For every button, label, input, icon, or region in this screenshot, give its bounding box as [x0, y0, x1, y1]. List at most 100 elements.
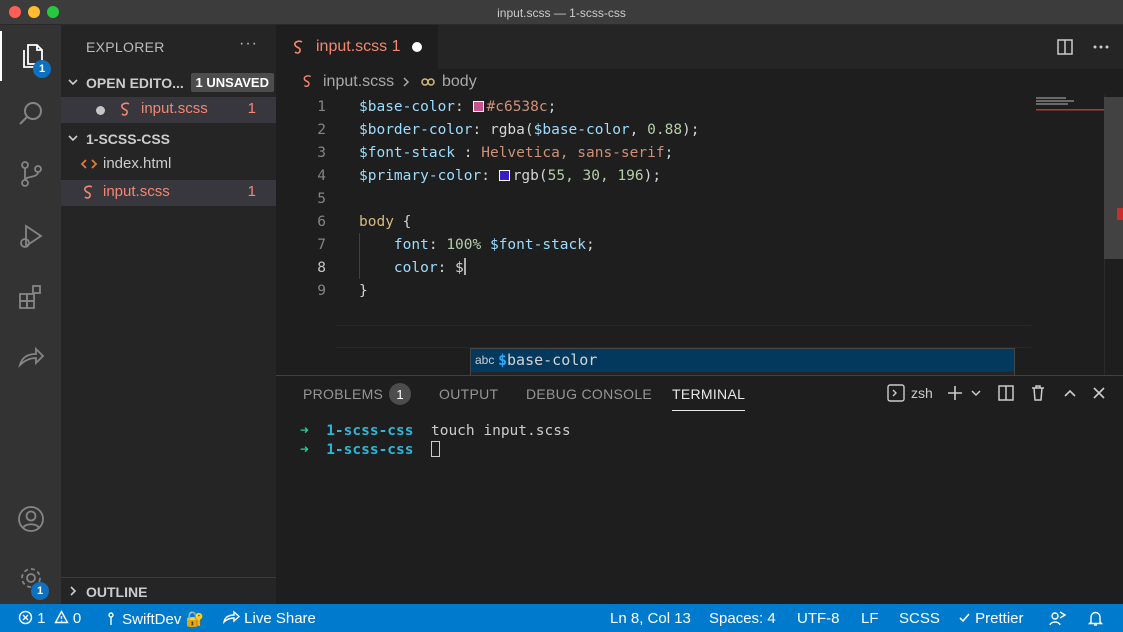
- terminal-command: touch input.scss: [430, 423, 571, 439]
- activity-run-debug[interactable]: [0, 211, 61, 261]
- line-number: 6: [317, 214, 326, 230]
- terminal-shell-selector[interactable]: zsh: [887, 384, 933, 402]
- tab-label: input.scss 1: [316, 38, 401, 56]
- token: $base-color: [359, 99, 456, 115]
- activity-source-control[interactable]: [0, 149, 61, 199]
- token: }: [359, 283, 368, 299]
- live-share-status[interactable]: Live Share: [222, 610, 316, 627]
- window-title: input.scss — 1-scss-css: [497, 6, 626, 20]
- file-item-index-html[interactable]: index.html: [61, 152, 276, 178]
- open-editor-error-count: 1: [247, 100, 256, 117]
- folder-section[interactable]: 1-SCSS-CSS: [61, 126, 276, 152]
- activity-manage[interactable]: 1: [0, 553, 61, 603]
- cursor-position[interactable]: Ln 8, Col 13: [610, 610, 691, 627]
- language-mode[interactable]: SCSS: [899, 610, 940, 627]
- formatter-status[interactable]: Prettier: [958, 610, 1024, 627]
- editor-scroll-thumb[interactable]: [1104, 97, 1123, 259]
- sass-file-icon: [294, 40, 303, 54]
- run-debug-icon: [19, 224, 43, 248]
- open-editor-item-input-scss[interactable]: input.scss 1: [61, 97, 276, 123]
- token: $primary-color: [359, 168, 482, 184]
- token: rgba(: [489, 122, 534, 138]
- color-swatch[interactable]: [498, 170, 510, 181]
- split-editor-icon[interactable]: [1055, 37, 1075, 57]
- explorer-more-button[interactable]: ···: [239, 35, 258, 53]
- color-swatch[interactable]: [472, 101, 484, 112]
- breadcrumb: input.scss body: [276, 69, 1123, 95]
- error-icon: [18, 610, 33, 625]
- activity-search[interactable]: [0, 89, 61, 139]
- token: :: [455, 99, 473, 115]
- text-cursor: [463, 258, 466, 275]
- terminal-line: ➜ 1-scss-css touch input.scss: [300, 423, 571, 439]
- editor-tab-bar: input.scss 1: [276, 25, 1123, 69]
- token: :: [481, 168, 499, 184]
- terminal-line[interactable]: ➜ 1-scss-css: [300, 441, 440, 458]
- activity-explorer[interactable]: 1: [0, 31, 61, 81]
- feedback-icon[interactable]: [1049, 610, 1066, 627]
- tab-problems[interactable]: PROBLEMS: [303, 386, 383, 402]
- token: ,: [629, 122, 648, 138]
- token: :: [472, 122, 490, 138]
- breadcrumb-symbol[interactable]: body: [442, 73, 477, 91]
- code-line-9: }: [359, 280, 368, 303]
- activity-extensions[interactable]: [0, 272, 61, 322]
- outline-label: OUTLINE: [86, 584, 148, 600]
- more-actions-icon[interactable]: [1091, 37, 1111, 57]
- line-number: 3: [317, 145, 326, 161]
- outline-section[interactable]: OUTLINE: [61, 577, 276, 604]
- problems-status[interactable]: 1 0: [18, 610, 81, 627]
- chevron-down-icon[interactable]: [970, 387, 982, 399]
- remote-status[interactable]: SwiftDev 🔐: [104, 610, 204, 628]
- chevron-down-icon: [68, 135, 78, 142]
- open-editors-section[interactable]: OPEN EDITO... 1 UNSAVED: [61, 70, 276, 96]
- account-icon: [17, 506, 44, 532]
- token: ;: [547, 99, 557, 115]
- breadcrumb-file[interactable]: input.scss: [323, 73, 394, 91]
- token: :: [437, 260, 456, 276]
- tab-error-count: 1: [391, 38, 401, 55]
- unsaved-dot-icon[interactable]: [412, 42, 422, 52]
- chevron-up-icon[interactable]: [1062, 385, 1078, 401]
- sass-file-icon: [121, 102, 130, 116]
- live-share-icon: [17, 346, 44, 368]
- open-editor-file-name: input.scss: [141, 100, 208, 117]
- text-kind-icon: abc: [475, 353, 495, 367]
- shell-name: zsh: [911, 385, 933, 401]
- encoding[interactable]: UTF-8: [797, 610, 840, 627]
- trash-icon[interactable]: [1029, 384, 1047, 402]
- line-number: 5: [317, 191, 326, 207]
- tab-debug-console[interactable]: DEBUG CONSOLE: [526, 386, 652, 402]
- tab-terminal[interactable]: TERMINAL: [672, 386, 746, 411]
- token: );: [682, 122, 700, 138]
- remote-icon: [108, 612, 114, 625]
- warning-icon: [54, 610, 69, 624]
- activity-accounts[interactable]: [0, 494, 61, 544]
- close-icon[interactable]: [1091, 385, 1107, 401]
- code-line-8: color: $: [359, 257, 466, 280]
- tab-output[interactable]: OUTPUT: [439, 386, 498, 402]
- sass-file-icon: [84, 185, 93, 199]
- line-number: 1: [317, 99, 326, 115]
- file-error-count: 1: [247, 183, 256, 200]
- bell-icon[interactable]: [1087, 610, 1104, 627]
- plus-icon[interactable]: [946, 384, 964, 402]
- code-editor[interactable]: 1 2 3 4 5 6 7 8 9 $base-color: #c6538c; …: [276, 95, 1123, 444]
- line-number: 4: [317, 168, 326, 184]
- split-terminal-icon[interactable]: [997, 384, 1015, 402]
- remote-label: SwiftDev 🔐: [122, 611, 205, 628]
- minimap[interactable]: [1034, 95, 1104, 115]
- token: $: [455, 260, 464, 276]
- chevron-right-icon: [70, 586, 77, 596]
- activity-live-share[interactable]: [0, 333, 61, 383]
- activity-bar: 1 1: [0, 25, 61, 604]
- live-share-label: Live Share: [244, 610, 316, 627]
- token: body: [359, 214, 394, 230]
- token: ;: [586, 237, 595, 253]
- suggest-item[interactable]: abc $base-color: [471, 349, 1014, 372]
- tab-input-scss[interactable]: input.scss 1: [276, 25, 438, 69]
- explorer-badge: 1: [33, 60, 51, 78]
- indentation[interactable]: Spaces: 4: [709, 610, 776, 627]
- file-item-input-scss[interactable]: input.scss 1: [61, 180, 276, 206]
- end-of-line[interactable]: LF: [861, 610, 879, 627]
